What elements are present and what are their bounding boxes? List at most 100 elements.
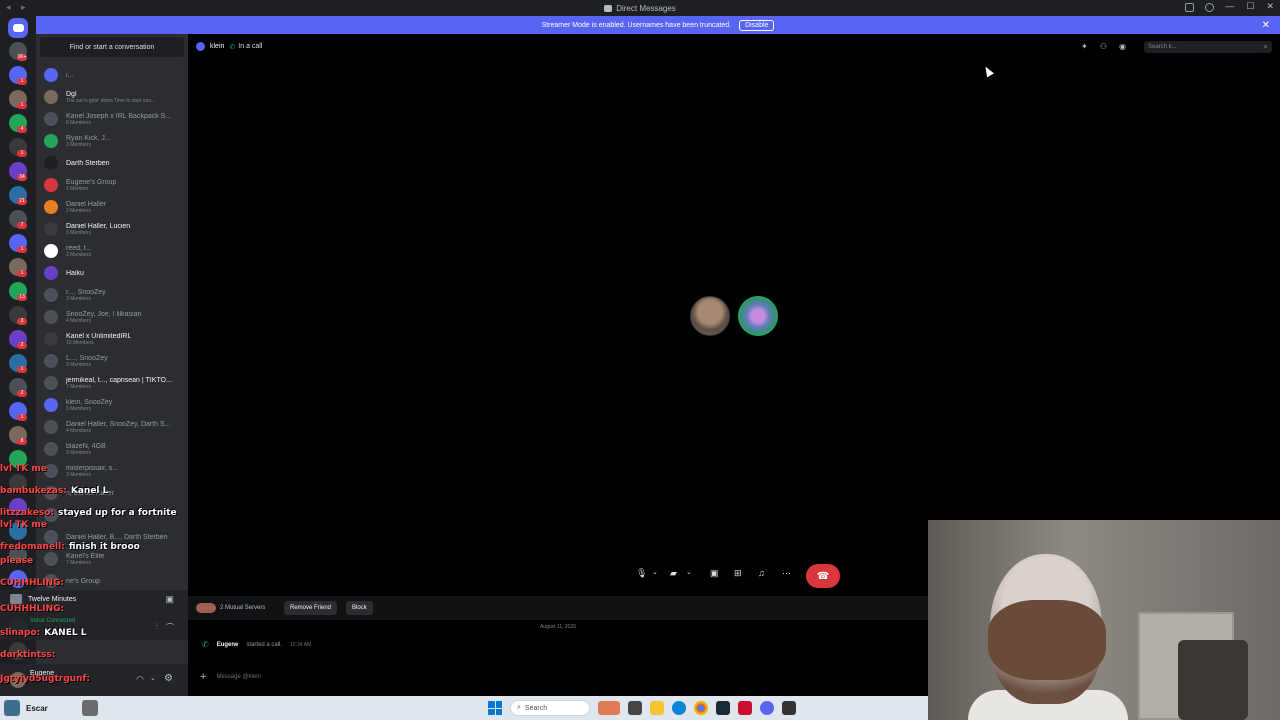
dm-name: Eugene's Group [66, 178, 117, 186]
weather-icon[interactable] [4, 700, 20, 716]
skull-icon[interactable] [81, 700, 98, 716]
attach-plus-icon[interactable]: + [200, 671, 206, 683]
call-started-message: ✆ Eugene started a call. 12:34 AM [202, 640, 311, 649]
inbox-icon[interactable] [1185, 3, 1194, 12]
dm-list-item[interactable]: Darth Sterben [44, 152, 186, 174]
dm-list-item[interactable]: Kanel x UnlimitedIRL 10 Members [44, 328, 186, 350]
soundboard-icon[interactable]: ♫ [758, 568, 765, 584]
title-bar: ◂ ▸ Direct Messages — ☐ ✕ [0, 0, 1280, 16]
server-icon[interactable] [9, 570, 27, 588]
noise-icon[interactable]: ⫶ [156, 622, 158, 632]
server-icon[interactable] [9, 642, 27, 660]
headset-icon[interactable]: ◠ [136, 674, 144, 685]
dm-text: Kanel Joseph x IRL Backpack S... 8 Member… [66, 113, 171, 126]
block-button[interactable]: Block [346, 601, 373, 615]
minimize-icon[interactable]: — [1225, 1, 1234, 12]
home-button[interactable] [8, 18, 28, 38]
dm-list-item[interactable]: Daniel Haller, B..., Darth Sterben [44, 526, 186, 548]
chrome-icon[interactable] [694, 701, 708, 715]
add-friends-icon[interactable]: ⚇ [1100, 42, 1107, 51]
dm-list-item[interactable]: Dgl The sun's goin' down Time to start yo… [44, 86, 186, 108]
server-icon[interactable] [9, 450, 27, 468]
widgets-icon[interactable] [598, 701, 620, 715]
dm-list-item[interactable]: reed, t... 3 Members [44, 240, 186, 262]
help-icon[interactable] [1205, 3, 1214, 12]
dm-list-item[interactable]: i... [44, 64, 186, 86]
dm-text: misterpissair, s... 3 Members [66, 465, 118, 478]
server-icon[interactable] [9, 546, 27, 564]
remove-friend-button[interactable]: Remove Friend [284, 601, 338, 615]
gear-icon[interactable]: ⚙ [164, 673, 173, 684]
nav-arrows-icon[interactable]: ◂ ▸ [6, 2, 30, 13]
camera-off-icon[interactable]: ▰ [670, 568, 677, 584]
edge-icon[interactable] [672, 701, 686, 715]
dm-list-item[interactable]: SnooZey, Joe, ! lilkasian 4 Members [44, 306, 186, 328]
message-composer[interactable]: + Message @klein [196, 668, 920, 686]
unread-badge: 4 [17, 126, 27, 133]
server-icon[interactable] [9, 522, 27, 540]
windows-start-icon[interactable] [488, 701, 502, 715]
close-window-icon[interactable]: ✕ [1266, 1, 1274, 12]
dm-list-item[interactable]: L..., SnooZey 3 Members [44, 350, 186, 372]
dm-list-item[interactable]: Kanel's Elite 7 Members [44, 548, 186, 570]
dm-list-item[interactable]: Haiku [44, 262, 186, 284]
dm-list-item[interactable]: Kanel Joseph x IRL Backpack S... 8 Member… [44, 108, 186, 130]
activities-icon[interactable]: ⊞ [734, 568, 742, 584]
dm-list-item[interactable]: blazeN, 4GB 3 Members [44, 438, 186, 460]
webcam-hands [988, 600, 1106, 680]
dm-list-item[interactable]: Daniel Haller, Lucien 3 Members [44, 218, 186, 240]
find-conversation-input[interactable]: Find or start a conversation [40, 37, 184, 57]
end-call-button[interactable]: ☎ [806, 564, 840, 588]
participant-avatar-speaking[interactable] [738, 296, 778, 336]
pin-icon[interactable]: ✦ [1081, 42, 1088, 51]
share-screen-icon[interactable]: ▣ [710, 568, 719, 584]
dm-subtitle: 3 Members [66, 471, 92, 478]
microphone-icon[interactable]: 🎙 [636, 568, 647, 584]
task-view-icon[interactable] [628, 701, 642, 715]
dm-list-item[interactable]: r..., SnooZey 3 Members [44, 284, 186, 306]
disconnect-icon[interactable]: ⌒ [166, 622, 174, 633]
dm-list-item[interactable]: misterpissair, s... 3 Members [44, 460, 186, 482]
voice-activity[interactable]: Twelve Minutes [10, 594, 76, 604]
dm-list-item[interactable]: n, Daniel Haller [44, 482, 186, 504]
activity-icon[interactable]: ▣ [165, 594, 174, 605]
message-author[interactable]: Eugene [217, 642, 239, 648]
dm-list-item[interactable]: Eugene's Group 1 Member [44, 174, 186, 196]
dm-list-item[interactable]: Daniel Haller 2 Members [44, 196, 186, 218]
avatar [44, 68, 58, 82]
dm-text: Kanel x UnlimitedIRL 10 Members [66, 333, 131, 346]
server-icon[interactable] [9, 498, 27, 516]
header-toolbar: ✦ ⚇ ◉ [1081, 42, 1126, 51]
file-explorer-icon[interactable] [650, 701, 664, 715]
participant-avatar[interactable] [690, 296, 730, 336]
camera-options-chevron-icon[interactable]: ⌄ [686, 568, 692, 584]
dm-name: SnooZey, Joe, ! lilkasian [66, 310, 142, 318]
calculator-icon[interactable] [782, 701, 796, 715]
dm-text: ne's Group [66, 578, 100, 585]
search-input[interactable]: Search k... ⌕ [1144, 41, 1272, 53]
dm-list-item[interactable]: klein, SnooZey 3 Members [44, 394, 186, 416]
steam-icon[interactable] [716, 701, 730, 715]
profile-icon[interactable]: ◉ [1119, 42, 1126, 51]
dm-text: Daniel Haller 2 Members [66, 201, 106, 214]
dm-list-item[interactable]: jermikeal, t..., caprisean | TIKTO... 7 M… [44, 372, 186, 394]
avatar[interactable] [10, 672, 26, 688]
dm-list-item[interactable]: Ryan Kick, J... 3 Members [44, 130, 186, 152]
mic-options-chevron-icon[interactable]: ⌄ [652, 568, 658, 584]
avatar [44, 552, 58, 566]
taskbar-search[interactable]: ⌕ Search [510, 700, 590, 716]
server-icon[interactable] [9, 474, 27, 492]
disable-streamer-mode-button[interactable]: Disable [739, 19, 775, 31]
dm-subtitle: 3 Members [66, 295, 92, 302]
banner-close-icon[interactable]: ✕ [1262, 20, 1270, 31]
mutual-servers[interactable]: 2 Mutual Servers [196, 603, 265, 613]
unread-badge: 7 [17, 222, 27, 229]
chevron-down-icon[interactable]: ⌄ [150, 674, 156, 682]
more-options-icon[interactable]: ⋯ [782, 568, 791, 584]
dm-list-item[interactable]: 3 Members [44, 504, 186, 526]
maximize-icon[interactable]: ☐ [1246, 1, 1254, 12]
dm-list-item[interactable]: ne's Group [44, 570, 186, 592]
discord-taskbar-icon[interactable] [760, 701, 774, 715]
obs-icon[interactable] [738, 701, 752, 715]
dm-list-item[interactable]: Daniel Haller, SnooZey, Darth S... 4 Memb… [44, 416, 186, 438]
